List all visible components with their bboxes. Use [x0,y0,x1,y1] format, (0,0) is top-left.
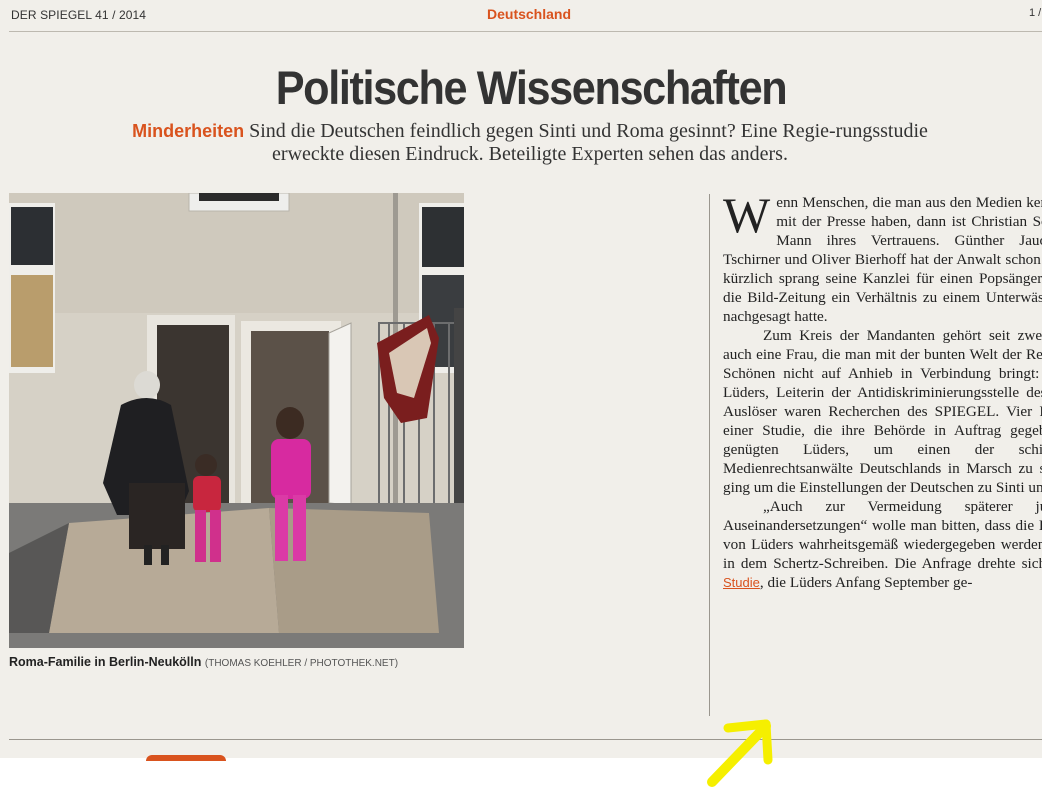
paragraph-3-text: „Auch zur Vermeidung späterer juristisch… [723,498,1042,572]
headline: Politische Wissenschaften [275,61,788,114]
teaser-kicker: Minderheiten [132,121,245,141]
article-body: Wenn Menschen, die man aus den Medien ke… [723,187,1042,592]
page-number: 1 / [1029,7,1042,19]
issue-label: DER SPIEGEL 41 / 2014 [11,8,147,22]
magazine-page: DER SPIEGEL 41 / 2014 Deutschland 1 / Po… [0,0,1042,758]
drop-cap: W [723,187,771,243]
footer-tab[interactable] [146,755,226,761]
article-paragraph: Wenn Menschen, die man aus den Medien ke… [723,187,1042,326]
section-label[interactable]: Deutschland [487,6,571,22]
column-divider [709,194,710,716]
paragraph-1-text: enn Menschen, die man aus den Medien ken… [723,194,1042,325]
photo-illustration [9,193,464,648]
article-paragraph: Zum Kreis der Mandanten gehört seit zwei… [723,326,1042,497]
annotation-arrow-icon [707,719,773,787]
caption-credit: (THOMAS KOEHLER / PHOTOTHEK.NET) [204,658,399,669]
caption-text: Roma-Familie in Berlin-Neukölln [9,655,202,669]
teaser-text: Sind die Deutschen feindlich gegen Sinti… [249,120,928,165]
teaser: Minderheiten Sind die Deutschen feindlic… [120,120,940,166]
top-bar: DER SPIEGEL 41 / 2014 Deutschland 1 / [9,0,1042,32]
article-paragraph: „Auch zur Vermeidung späterer juristisch… [723,497,1042,592]
paragraph-2-text: Zum Kreis der Mandanten gehört seit zwei… [723,327,1042,496]
paragraph-3-tail: , die Lüders Anfang September ge- [759,574,973,591]
studie-link[interactable]: Studie [723,575,760,590]
photo-caption: Roma-Familie in Berlin-Neukölln (THOMAS … [9,655,398,669]
article-photo[interactable] [9,193,464,648]
footer-divider [9,739,1042,740]
